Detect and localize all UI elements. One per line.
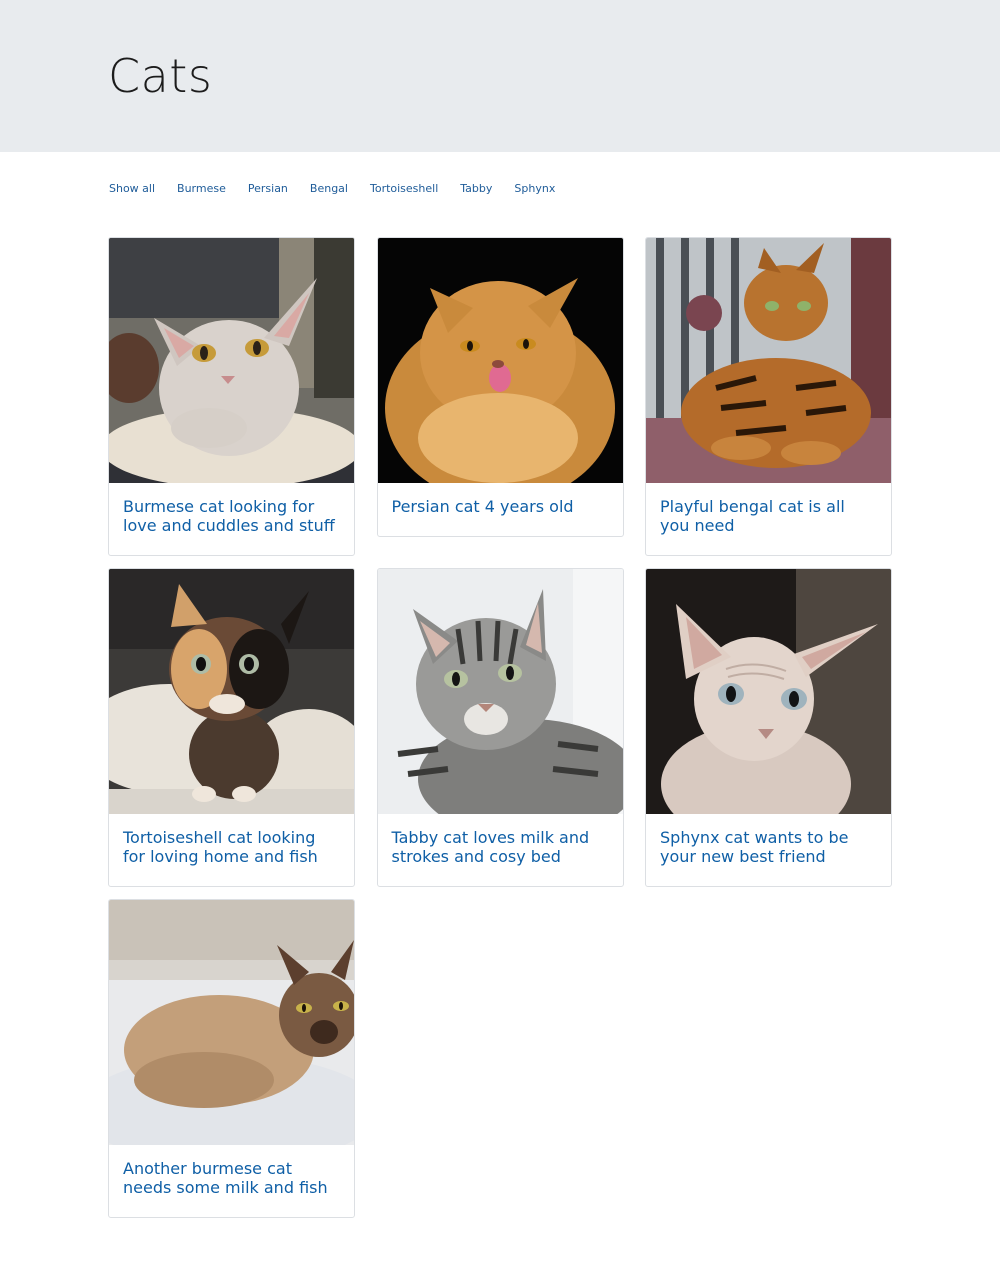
card-body: Persian cat 4 years old xyxy=(378,483,623,536)
cat-card-burmese[interactable]: Burmese cat looking for love and cuddles… xyxy=(108,237,355,556)
card-title[interactable]: Persian cat 4 years old xyxy=(392,497,609,516)
breed-filter-nav: Show all Burmese Persian Bengal Tortoise… xyxy=(109,182,577,196)
persian-cat-photo[interactable] xyxy=(377,238,623,483)
card-title[interactable]: Tortoiseshell cat looking for loving hom… xyxy=(123,828,340,866)
cat-card-tabby[interactable]: Tabby cat loves milk and strokes and cos… xyxy=(376,568,624,887)
filter-show-all[interactable]: Show all xyxy=(109,182,155,196)
filter-persian[interactable]: Persian xyxy=(248,182,288,196)
filter-tortoiseshell[interactable]: Tortoiseshell xyxy=(370,182,438,196)
cat-card-grid: Burmese cat looking for love and cuddles… xyxy=(108,237,892,1218)
cat-card-persian[interactable]: Persian cat 4 years old xyxy=(376,237,624,537)
cat-card-bengal[interactable]: Playful bengal cat is all you need xyxy=(645,237,892,556)
tortoiseshell-cat-photo[interactable] xyxy=(109,569,354,814)
cat-card-burmese-2[interactable]: Another burmese cat needs some milk and … xyxy=(108,899,355,1218)
filter-burmese[interactable]: Burmese xyxy=(177,182,226,196)
sphynx-cat-photo[interactable] xyxy=(646,569,891,814)
cat-card-sphynx[interactable]: Sphynx cat wants to be your new best fri… xyxy=(645,568,892,887)
burmese-cat-photo[interactable] xyxy=(109,238,354,483)
card-body: Burmese cat looking for love and cuddles… xyxy=(109,483,354,555)
card-body: Another burmese cat needs some milk and … xyxy=(109,1145,354,1217)
burmese-cat-photo-2[interactable] xyxy=(109,900,354,1145)
card-body: Playful bengal cat is all you need xyxy=(646,483,891,555)
cat-card-tortoiseshell[interactable]: Tortoiseshell cat looking for loving hom… xyxy=(108,568,355,887)
card-title[interactable]: Sphynx cat wants to be your new best fri… xyxy=(660,828,877,866)
page-title: Cats xyxy=(108,49,213,103)
card-title[interactable]: Another burmese cat needs some milk and … xyxy=(123,1159,340,1197)
card-title[interactable]: Tabby cat loves milk and strokes and cos… xyxy=(392,828,609,866)
filter-tabby[interactable]: Tabby xyxy=(460,182,492,196)
tabby-cat-photo[interactable] xyxy=(377,569,623,814)
page-header: Cats xyxy=(0,0,1000,152)
card-title[interactable]: Burmese cat looking for love and cuddles… xyxy=(123,497,340,535)
bengal-cat-photo[interactable] xyxy=(646,238,891,483)
card-body: Tabby cat loves milk and strokes and cos… xyxy=(378,814,623,886)
card-body: Tortoiseshell cat looking for loving hom… xyxy=(109,814,354,886)
card-title[interactable]: Playful bengal cat is all you need xyxy=(660,497,877,535)
filter-bengal[interactable]: Bengal xyxy=(310,182,348,196)
card-body: Sphynx cat wants to be your new best fri… xyxy=(646,814,891,886)
filter-sphynx[interactable]: Sphynx xyxy=(514,182,555,196)
